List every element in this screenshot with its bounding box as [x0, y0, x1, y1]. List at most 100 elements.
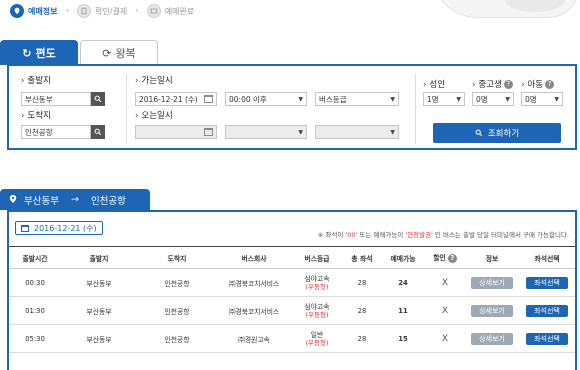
return-date-input	[135, 125, 217, 139]
table-row: 01:30 부산동부 인천공항 ㈜경북코치서비스 심야고속 (우등형) 28 11…	[9, 296, 575, 325]
notice-suffix: 인 버스는 출발 당일 터미널에서 구매 가능합니다.	[432, 231, 569, 239]
calendar-icon[interactable]	[204, 95, 213, 103]
row-time: 01:30	[9, 296, 61, 325]
route-arrow-icon: →	[70, 194, 79, 205]
row-from: 부산동부	[61, 324, 137, 353]
col-discount-label: 할인	[433, 254, 446, 263]
results-date-button[interactable]: 2016-12-21 (수)	[15, 221, 103, 235]
table-row: 00:30 부산동부 인천공항 ㈜경북코치서비스 심야고속 (우등형) 28 24…	[9, 268, 575, 297]
tab-round-trip[interactable]: ⟳ 왕복	[80, 40, 158, 65]
tab-one-way[interactable]: ↻ 편도	[0, 40, 78, 65]
row-to: 인천공항	[137, 296, 217, 325]
chevron-down-icon: ▼	[390, 129, 395, 136]
departure-label: 출발지	[21, 74, 50, 86]
row-available: 11	[381, 296, 425, 325]
one-way-arrow-icon: ↻	[22, 46, 32, 60]
row-to: 인천공항	[137, 324, 217, 353]
departure-search-button[interactable]	[91, 92, 105, 106]
help-icon[interactable]: ?	[503, 80, 513, 89]
adult-count-value: 1명	[427, 94, 439, 104]
chevron-down-icon: ▼	[505, 96, 510, 103]
child-count-select[interactable]: 0명 ▼	[521, 92, 563, 106]
step-confirm-payment: 확인/결제	[77, 4, 127, 18]
col-origin: 출발지	[61, 246, 137, 269]
results-panel: 2016-12-21 (수) ※ 좌석이 '00' 또는 예매가능이 '현장발권…	[7, 210, 577, 370]
bus-schedule-table: 출발시간 출발지 도착지 버스회사 버스등급 총 좌석 예매가능 할인? 정보 …	[9, 246, 575, 353]
row-grade-sub: (우등형)	[305, 338, 329, 347]
search-submit-button[interactable]: 조회하기	[433, 123, 561, 143]
table-row: 05:30 부산동부 인천공항 ㈜경원고속 일반 (우등형) 28 15 X 상세…	[9, 324, 575, 353]
row-from: 부산동부	[61, 268, 137, 297]
row-discount: X	[425, 324, 465, 353]
booking-notice: ※ 좌석이 '00' 또는 예매가능이 '현장발권' 인 버스는 출발 당일 터…	[318, 229, 569, 239]
round-trip-icon: ⟳	[102, 46, 112, 60]
trip-type-tabs: ↻ 편도 ⟳ 왕복	[0, 40, 160, 65]
seat-select-button[interactable]: 좌석선택	[526, 304, 568, 317]
adult-label: 성인	[423, 78, 445, 90]
adult-count-select[interactable]: 1명 ▼	[423, 92, 465, 106]
search-icon	[94, 95, 102, 103]
ticket-icon	[146, 4, 161, 18]
row-to: 인천공항	[137, 268, 217, 297]
route-to: 인천공항	[90, 195, 126, 207]
col-bus-grade: 버스등급	[291, 246, 343, 269]
chevron-down-icon: ▼	[390, 96, 395, 103]
location-pin-icon	[9, 194, 17, 207]
divider	[415, 74, 416, 144]
arrival-search-button[interactable]	[91, 125, 105, 139]
detail-button[interactable]: 상세보기	[471, 276, 513, 289]
child-label-text: 아동	[527, 80, 544, 90]
detail-button[interactable]: 상세보기	[471, 304, 513, 317]
return-date-label: 오는일시	[135, 109, 172, 121]
chevron-down-icon: ▼	[554, 96, 559, 103]
row-from: 부산동부	[61, 296, 137, 325]
help-icon[interactable]: ?	[447, 253, 457, 263]
departure-input[interactable]: 부산동부	[21, 92, 91, 106]
step-separator-icon: ›	[65, 6, 70, 16]
search-submit-label: 조회하기	[487, 129, 520, 139]
results-date: 2016-12-21 (수)	[34, 223, 97, 233]
document-icon	[77, 4, 92, 18]
depart-date-input[interactable]: 2016-12-21 (수)	[135, 92, 217, 106]
search-panel: 출발지 부산동부 도착지 인천공항 가는일시 2016-12-21 (수) 00…	[7, 64, 577, 150]
tab-one-way-label: 편도	[35, 47, 56, 60]
row-company: ㈜경북코치서비스	[217, 268, 291, 297]
child-label: 아동?	[521, 78, 555, 90]
seat-select-button[interactable]: 좌석선택	[526, 332, 568, 345]
col-departure-time: 출발시간	[9, 246, 61, 269]
tab-round-trip-label: 왕복	[115, 47, 136, 60]
row-time: 05:30	[9, 324, 61, 353]
row-total-seats: 28	[343, 324, 381, 353]
col-destination: 도착지	[137, 246, 217, 269]
row-grade: 심야고속 (우등형)	[291, 296, 343, 325]
route-from: 부산동부	[24, 195, 59, 207]
notice-zero: '00'	[345, 231, 358, 239]
chevron-down-icon: ▼	[298, 129, 303, 136]
row-grade: 심야고속 (우등형)	[291, 268, 343, 297]
depart-time-value: 00:00 이후	[229, 94, 267, 104]
arrival-label: 도착지	[21, 109, 50, 121]
youth-count-value: 0명	[476, 94, 488, 104]
row-select-cell: 좌석선택	[519, 296, 575, 325]
row-company: ㈜경원고속	[217, 324, 291, 353]
seat-select-button[interactable]: 좌석선택	[526, 276, 568, 289]
calendar-icon	[204, 128, 213, 136]
col-total-seats: 총 좌석	[343, 246, 381, 269]
row-total-seats: 28	[343, 296, 381, 325]
booking-steps: 예매정보 › 확인/결제 › 예매완료	[10, 3, 202, 19]
depart-time-select[interactable]: 00:00 이후 ▼	[225, 92, 307, 106]
detail-button[interactable]: 상세보기	[471, 332, 513, 345]
step-booking-info: 예매정보	[10, 4, 57, 18]
row-select-cell: 좌석선택	[519, 268, 575, 297]
bus-grade-select[interactable]: 버스등급 ▼	[315, 92, 399, 106]
return-bus-grade-select: ▼	[315, 125, 399, 139]
row-discount: X	[425, 296, 465, 325]
step-separator-icon: ›	[135, 6, 139, 16]
notice-mid: 또는 예매가능이	[357, 231, 406, 239]
arrival-input[interactable]: 인천공항	[21, 125, 91, 139]
search-icon	[475, 129, 483, 137]
youth-count-select[interactable]: 0명 ▼	[472, 92, 514, 106]
row-grade: 일반 (우등형)	[291, 324, 343, 353]
col-available: 예매가능	[381, 246, 425, 269]
help-icon[interactable]: ?	[545, 80, 555, 89]
